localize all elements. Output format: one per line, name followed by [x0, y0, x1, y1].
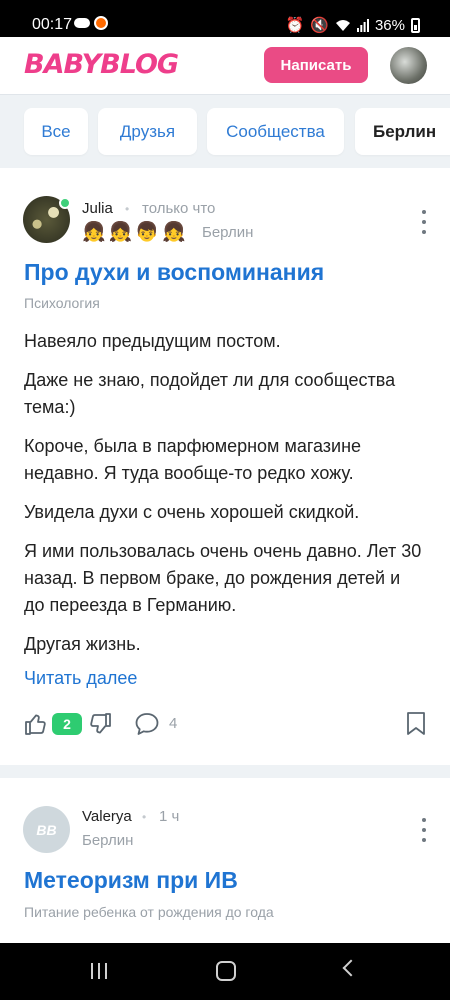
user-avatar[interactable]	[390, 47, 427, 84]
back-icon[interactable]	[342, 959, 360, 977]
bookmark-icon[interactable]	[405, 711, 427, 737]
filter-berlin[interactable]: Берлин	[355, 108, 450, 155]
status-left-icons	[74, 16, 108, 30]
more-options-icon[interactable]	[419, 818, 429, 842]
post-paragraph: Даже не знаю, подойдет ли для сообщества…	[24, 370, 396, 417]
wifi-icon	[335, 19, 350, 31]
post-card: Julia • только что 👧 👧 👦 👧 Берлин Про ду…	[0, 168, 450, 765]
post-category[interactable]: Психология	[24, 295, 100, 311]
post-body: Навеяло предыдущим постом. Даже не знаю,…	[24, 328, 424, 670]
girl-emoji-icon: 👧	[108, 222, 133, 243]
author-name[interactable]: Julia	[82, 200, 113, 217]
children-badges: 👧 👧 👦 👧	[82, 220, 186, 244]
comment-icon[interactable]	[134, 711, 160, 737]
alarm-icon: ⏰	[285, 17, 305, 34]
author-name[interactable]: Valerya	[82, 808, 132, 825]
post-time: только что	[142, 200, 216, 217]
status-right-icons: ⏰ 🔇 36%	[286, 16, 420, 34]
post-card: BB Valerya • 1 ч Берлин Метеоризм при ИВ…	[0, 778, 450, 950]
separator-dot: •	[142, 810, 147, 824]
post-actions: 2 4	[0, 708, 450, 740]
separator-dot: •	[125, 202, 130, 216]
thumbs-down-icon[interactable]	[88, 712, 112, 736]
system-nav-bar	[0, 943, 450, 1000]
boy-emoji-icon: 👦	[135, 222, 160, 243]
recent-apps-icon[interactable]	[91, 963, 107, 979]
filter-all[interactable]: Все	[24, 108, 88, 155]
girl-emoji-icon: 👧	[82, 222, 106, 243]
more-options-icon[interactable]	[419, 210, 429, 234]
post-paragraph: Навеяло предыдущим постом.	[24, 331, 281, 351]
author-city: Берлин	[82, 832, 134, 849]
status-time: 00:17	[32, 16, 73, 33]
post-category[interactable]: Питание ребенка от рождения до года	[24, 904, 274, 920]
signal-icon	[356, 18, 369, 32]
post-title[interactable]: Про духи и воспоминания	[24, 259, 324, 286]
author-avatar[interactable]: BB	[23, 806, 70, 853]
likes-count-badge: 2	[52, 713, 82, 735]
post-title[interactable]: Метеоризм при ИВ	[24, 867, 238, 894]
girl-emoji-icon: 👧	[162, 222, 186, 243]
battery-percent: 36%	[374, 16, 405, 34]
post-time: 1 ч	[159, 808, 180, 825]
filter-communities[interactable]: Сообщества	[207, 108, 344, 155]
comments-count: 4	[169, 715, 178, 732]
write-button[interactable]: Написать	[264, 47, 368, 83]
cloud-icon	[74, 18, 90, 28]
home-icon[interactable]	[216, 961, 236, 981]
status-bar: 00:17 ⏰ 🔇 36%	[0, 0, 450, 37]
mute-icon: 🔇	[310, 17, 329, 34]
battery-icon	[411, 17, 420, 33]
author-city: Берлин	[202, 224, 254, 241]
feed-filter-tabs: Все Друзья Сообщества Берлин	[0, 96, 450, 168]
post-paragraph: Увидела духи с очень хорошей скидкой.	[24, 502, 360, 522]
app-header: BABYBLOG Написать	[0, 37, 450, 95]
post-paragraph: Короче, была в парфюмерном магазине неда…	[24, 436, 362, 483]
filter-friends[interactable]: Друзья	[98, 108, 197, 155]
post-paragraph: Я ими пользовалась очень очень давно. Ле…	[24, 541, 422, 615]
thumbs-up-icon[interactable]	[24, 712, 48, 736]
post-paragraph: Другая жизнь.	[24, 634, 141, 654]
online-status-dot	[59, 197, 71, 209]
read-more-link[interactable]: Читать далее	[24, 668, 137, 689]
notification-app-icon	[94, 16, 108, 30]
babyblog-logo[interactable]: BABYBLOG	[24, 49, 179, 80]
